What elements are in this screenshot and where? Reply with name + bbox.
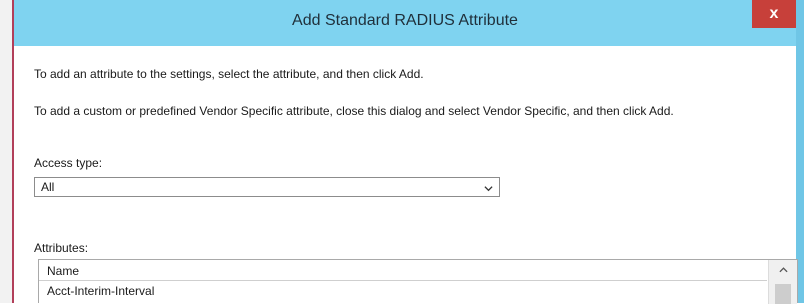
attributes-list[interactable]: Name Acct-Interim-Interval (38, 259, 798, 304)
dialog-title: Add Standard RADIUS Attribute (292, 12, 518, 29)
background-window-edge (0, 0, 12, 303)
dialog-body: To add an attribute to the settings, sel… (14, 46, 798, 304)
close-button[interactable]: x (752, 0, 796, 28)
vertical-scrollbar[interactable] (768, 260, 797, 304)
access-type-label: Access type: (34, 156, 103, 170)
close-icon: x (769, 5, 779, 22)
chevron-up-icon (778, 267, 788, 273)
access-type-select[interactable]: All (34, 177, 500, 197)
list-item[interactable]: Acct-Interim-Interval (47, 284, 154, 298)
column-header-name[interactable]: Name (39, 260, 767, 281)
window-right-border (796, 0, 804, 303)
scrollbar-thumb[interactable] (775, 284, 791, 304)
dialog-titlebar[interactable]: Add Standard RADIUS Attribute x (14, 0, 796, 46)
instruction-text-1: To add an attribute to the settings, sel… (34, 67, 424, 81)
chevron-down-icon (484, 186, 493, 192)
column-header-label: Name (47, 264, 80, 278)
scroll-up-button[interactable] (769, 260, 797, 280)
instruction-text-2: To add a custom or predefined Vendor Spe… (34, 104, 674, 118)
access-type-value: All (41, 180, 55, 194)
attributes-label: Attributes: (34, 241, 89, 255)
